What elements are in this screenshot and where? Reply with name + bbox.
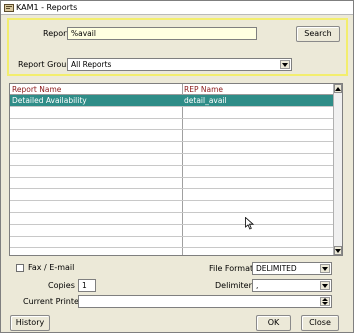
cell-rep-name: detail_avail [184,96,227,105]
delimiter-label: Delimiter [215,281,252,290]
report-group-select[interactable]: All Reports [67,58,292,71]
search-panel: Report %avail Search Report Group All Re… [7,18,348,76]
report-label: Report [43,29,70,38]
chevron-up-icon [335,86,341,91]
vertical-scrollbar[interactable] [333,84,342,255]
fax-email-checkbox[interactable] [16,264,24,272]
chevron-down-icon [335,248,341,253]
table-row[interactable] [10,189,335,202]
reports-grid[interactable]: Report Name REP Name Detailed Availabili… [9,83,343,256]
search-button-label: Search [304,29,332,38]
table-row[interactable] [10,178,335,190]
window-title: KAM1 - Reports [16,3,78,12]
current-printer-field[interactable] [78,295,332,308]
report-group-value: All Reports [71,60,112,69]
table-row[interactable] [10,119,335,131]
table-row[interactable] [10,142,335,154]
file-format-value: DELIMITED [256,264,297,273]
file-format-label: File Format [209,264,254,273]
table-row[interactable] [10,213,335,225]
table-row[interactable]: Detailed Availability detail_avail [10,95,335,107]
ok-button-label: OK [267,318,280,327]
fax-email-label: Fax / E-mail [28,263,75,272]
scroll-down-button[interactable] [334,246,342,255]
copies-label: Copies [48,281,75,290]
table-row[interactable] [10,237,335,249]
up-down-arrows-icon [322,298,328,305]
grid-header: Report Name REP Name [10,84,335,95]
table-row[interactable] [10,166,335,178]
history-button[interactable]: History [10,315,50,331]
search-button[interactable]: Search [296,26,340,42]
printer-select-button[interactable] [320,297,330,306]
mouse-cursor-icon [245,217,254,230]
file-format-select[interactable]: DELIMITED [252,262,332,275]
report-group-label: Report Group [18,60,72,69]
grid-rows: Detailed Availability detail_avail [10,95,335,249]
delimiter-select[interactable]: , [252,279,332,292]
scroll-up-button[interactable] [334,84,342,93]
chevron-down-icon [322,283,328,288]
reports-window: KAM1 - Reports Report %avail Search Repo… [0,0,354,333]
title-bar: KAM1 - Reports [1,1,353,15]
chevron-down-icon [282,62,288,67]
chevron-down-icon [322,266,328,271]
table-row[interactable] [10,107,335,119]
cell-report-name: Detailed Availability [12,96,87,105]
report-input[interactable]: %avail [67,27,257,40]
ok-button[interactable]: OK [256,315,291,331]
table-row[interactable] [10,130,335,143]
table-row[interactable] [10,154,335,166]
report-group-dropdown-button[interactable] [280,60,290,69]
copies-input[interactable]: 1 [78,279,96,292]
column-header-rep-name[interactable]: REP Name [182,84,223,95]
delimiter-dropdown-button[interactable] [320,281,330,290]
close-button-label: Close [309,318,331,327]
app-icon [4,3,14,13]
current-printer-label: Current Printer [23,297,83,306]
table-row[interactable] [10,225,335,237]
file-format-dropdown-button[interactable] [320,264,330,273]
close-button[interactable]: Close [301,315,339,331]
history-button-label: History [15,318,45,327]
column-header-report-name[interactable]: Report Name [10,84,61,95]
table-row[interactable] [10,201,335,213]
delimiter-value: , [256,281,259,290]
